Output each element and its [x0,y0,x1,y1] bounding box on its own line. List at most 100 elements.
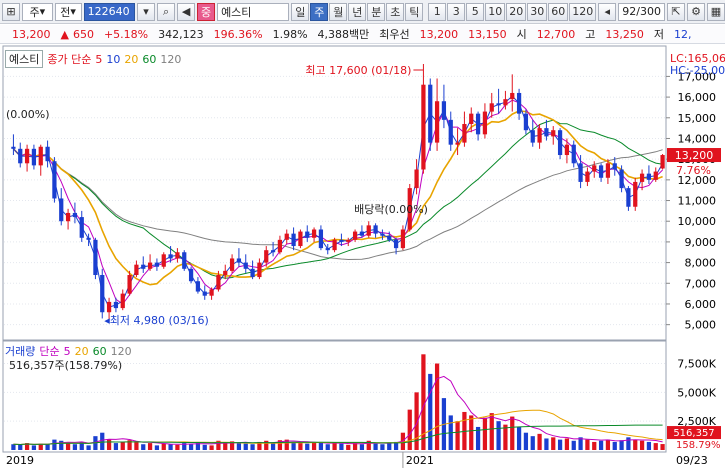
price-tick-label: 6,000 [685,298,717,311]
candle-body [188,268,194,282]
volume-bar [332,443,337,450]
candle-body [400,229,406,249]
candle-body [284,233,289,240]
volume-bar [619,440,624,450]
candle-body [537,128,542,143]
candle-body [633,181,638,207]
vol-legend-ma120: 120 [110,344,132,358]
candle-body [619,169,624,189]
volume-bar [236,443,242,450]
candle-body [250,268,255,278]
current-pct-label: 7.76% [676,164,711,177]
volume-bar [52,439,57,450]
volume-bar [147,443,153,450]
volume-bar [557,439,563,450]
volume-bar [585,439,590,450]
candle-body [325,248,330,251]
candle-body [380,233,385,236]
candle-body [366,225,371,236]
vol-tick-label: 5,000K [677,386,716,399]
candle-body [120,293,125,309]
vol-legend-ma60: 60 [92,344,107,358]
candle-body [564,144,570,156]
candle-body [24,148,30,164]
candle-body [229,258,235,271]
volume-bar [100,432,105,450]
candle-body [59,198,64,222]
legend-stock-name[interactable]: 예스티 [5,50,44,68]
ma10-line [13,99,663,305]
candle-body [434,101,440,143]
price-tick-label: 15,000 [678,112,717,125]
candle-body [93,239,98,276]
volume-bar [175,444,180,450]
candle-body [11,146,16,149]
volume-bar [45,444,50,450]
price-tick-label: 8,000 [685,257,717,270]
candle-body [291,233,296,247]
candle-body [544,128,549,137]
legend-ma10: 10 [106,52,121,66]
volume-bar [523,432,529,450]
volume-bar [387,443,392,450]
candle-body [585,171,590,182]
volume-bar [510,416,515,450]
volume-bar [516,426,522,450]
volume-bar [154,445,160,450]
candle-body [346,239,351,242]
x-label-2019: 2019 [6,454,34,467]
volume-bar [646,441,652,450]
candle-body [571,144,576,164]
candle-body [141,264,146,269]
candle-body [421,84,426,170]
volume-bar [339,443,344,450]
candle-body [653,171,658,180]
candle-body [475,113,481,135]
volume-bar [489,413,494,450]
price-chart[interactable]: 17,00016,00015,00014,00013,00012,00011,0… [0,0,725,468]
price-tick-label: 7,000 [685,277,717,290]
volume-bar [305,443,310,450]
candle-body [598,165,604,178]
hc-label: HC:-25,00 [670,64,725,77]
x-label-2021: 2021 [406,454,434,467]
volume-bar [243,443,248,450]
candle-body [441,101,447,120]
candle-body [469,113,474,124]
volume-bar [407,409,412,450]
candle-body [257,262,262,278]
current-price-tag-label: 13,200 [675,149,714,162]
candle-body [127,275,132,294]
volume-bar [373,443,378,450]
candle-body [516,92,522,114]
volume-bar [113,443,119,450]
candle-body [106,301,112,313]
candle-body [489,103,494,112]
volume-bar [250,444,255,450]
price-legend: 예스티 종가 단순 5 10 20 60 120 [5,50,181,68]
volume-bar [31,445,37,450]
candle-body [339,239,344,242]
volume-bar [564,438,570,450]
volume-bar [141,444,146,450]
volume-bar [188,444,194,450]
volume-bar [660,444,665,450]
candle-body [373,225,378,234]
candle-body [298,231,303,247]
candle-body [134,264,139,276]
volume-bar [469,415,474,450]
vol-tick-label: 7,500K [677,358,716,371]
candle-body [52,161,57,199]
candle-body [448,119,453,145]
candle-body [243,262,248,269]
candle-body [147,262,153,269]
volume-bar [482,417,488,450]
volume-bar [298,443,303,450]
volume-bar [195,441,201,450]
volume-bar [18,444,23,450]
candle-body [65,212,71,222]
volume-bar [86,445,91,450]
volume-bar [612,441,617,450]
volume-bar [65,443,71,450]
candle-body [455,142,460,145]
